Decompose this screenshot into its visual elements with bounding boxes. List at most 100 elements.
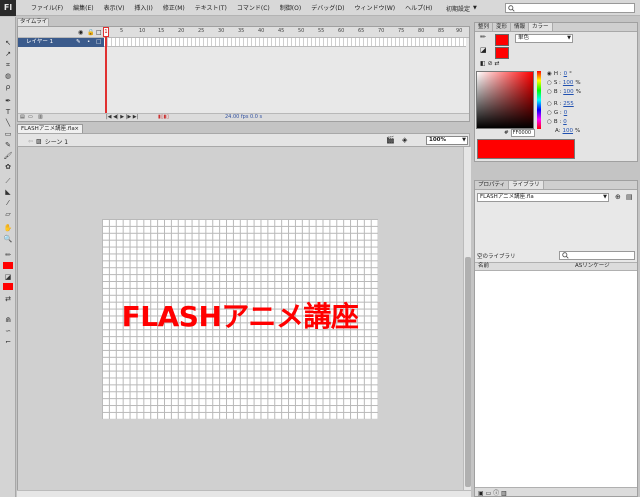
pasteboard[interactable]: FLASHアニメ講座: [17, 147, 463, 490]
field-s[interactable]: ○ S :100%: [547, 80, 581, 86]
delete-layer-icon[interactable]: ▥: [38, 114, 43, 120]
eyedropper-tool-icon[interactable]: ⁄: [3, 199, 13, 208]
menu-modify[interactable]: 修正(M): [158, 3, 190, 12]
dot-icon[interactable]: •: [87, 38, 90, 47]
new-folder-icon[interactable]: ▭: [28, 114, 33, 120]
tab-info[interactable]: 情報: [511, 23, 530, 31]
breadcrumb[interactable]: ⇦ ▨ シーン 1: [28, 137, 68, 146]
selection-tool-icon[interactable]: ↖: [3, 39, 13, 48]
new-library-icon[interactable]: ▤: [626, 193, 633, 201]
menu-debug[interactable]: デバッグ(D): [306, 3, 349, 12]
pencil-tool-icon[interactable]: ✎: [3, 141, 13, 150]
field-h[interactable]: ◉ H :0 °: [547, 71, 572, 77]
library-list[interactable]: [475, 271, 637, 487]
field-r[interactable]: ○ R :255: [547, 101, 576, 107]
document-tab[interactable]: FLASHアニメ講座.fla ×: [17, 124, 83, 133]
column-linkage[interactable]: ASリンケージ: [575, 263, 610, 270]
free-transform-tool-icon[interactable]: ⌗: [3, 61, 13, 70]
deco-tool-icon[interactable]: ✿: [3, 163, 13, 172]
color-type-select[interactable]: 単色 ▼: [515, 34, 573, 43]
frame-ruler[interactable]: 1 5 10 15 20 25 30 35 40 45 50 55 60 65 …: [104, 27, 466, 38]
fill-color-icon[interactable]: ◪: [3, 273, 13, 282]
rectangle-tool-icon[interactable]: ▭: [3, 130, 13, 139]
menu-commands[interactable]: コマンド(C): [232, 3, 275, 12]
hex-input[interactable]: FF0000: [510, 129, 535, 137]
horizontal-scrollbar[interactable]: [17, 490, 471, 497]
text-tool-icon[interactable]: T: [3, 108, 13, 117]
playhead[interactable]: [105, 27, 107, 115]
hex-row: # FF0000: [504, 129, 535, 137]
fill-color-swatch[interactable]: [495, 47, 509, 59]
snap-icon[interactable]: ⋒: [3, 316, 13, 325]
pin-icon[interactable]: ⊕: [615, 193, 621, 201]
stroke-color-icon[interactable]: ✏: [3, 251, 13, 260]
layer-row[interactable]: レイヤー 1 ✎ • □: [18, 38, 104, 47]
menu-text[interactable]: テキスト(T): [190, 3, 232, 12]
menu-control[interactable]: 制御(O): [275, 3, 306, 12]
scrollbar-thumb[interactable]: [465, 257, 471, 487]
field-alpha[interactable]: A: 100%: [555, 128, 580, 134]
stroke-pencil-icon[interactable]: ✏: [480, 33, 486, 41]
close-icon[interactable]: ×: [74, 125, 79, 133]
edit-symbol-icon[interactable]: ◈: [402, 136, 407, 144]
tab-transform[interactable]: 変形: [493, 23, 512, 31]
lock-icon[interactable]: 🔒: [87, 29, 94, 36]
tab-align[interactable]: 整列: [475, 23, 494, 31]
menu-file[interactable]: ファイル(F): [26, 3, 68, 12]
tab-color[interactable]: カラー: [529, 23, 553, 31]
back-arrow-icon[interactable]: ⇦: [28, 138, 33, 145]
brush-tool-icon[interactable]: 🖌: [3, 152, 13, 161]
hand-tool-icon[interactable]: ✋: [3, 224, 13, 233]
library-document-select[interactable]: FLASHアニメ講座.fla ▼: [477, 193, 609, 202]
playback-controls-icon[interactable]: |◀ ◀| ▶ |▶ ▶|: [106, 114, 138, 120]
eraser-tool-icon[interactable]: ▱: [3, 210, 13, 219]
menu-view[interactable]: 表示(V): [99, 3, 130, 12]
help-search-input[interactable]: [505, 3, 635, 13]
menu-help[interactable]: ヘルプ(H): [400, 3, 437, 12]
library-search-input[interactable]: [559, 251, 635, 260]
straighten-icon[interactable]: ⌐: [3, 338, 13, 347]
line-tool-icon[interactable]: ╲: [3, 119, 13, 128]
edit-scene-icon[interactable]: 🎬: [386, 136, 395, 144]
workspace-switcher[interactable]: 初期設定 ▼: [443, 3, 480, 13]
default-colors-icon[interactable]: ◧ ⊘ ⇄: [480, 60, 500, 67]
new-layer-icon[interactable]: ▤: [20, 114, 25, 120]
tab-timeline[interactable]: タイムライン: [17, 18, 49, 32]
subselection-tool-icon[interactable]: ↗: [3, 50, 13, 59]
field-blue[interactable]: ○ B :0: [547, 119, 569, 125]
tab-library[interactable]: ライブラリ: [509, 181, 544, 189]
new-symbol-icon[interactable]: ▣ ▭ ⓘ ▥: [478, 488, 507, 497]
tab-properties[interactable]: プロパティ: [475, 181, 510, 189]
vertical-scrollbar[interactable]: [463, 147, 471, 490]
menu-insert[interactable]: 挿入(I): [129, 3, 157, 12]
fill-bucket-icon[interactable]: ◪: [480, 46, 487, 54]
fill-color-swatch[interactable]: [3, 283, 13, 290]
column-name[interactable]: 名前: [478, 263, 489, 270]
menu-edit[interactable]: 編集(E): [68, 3, 98, 12]
pen-tool-icon[interactable]: ✒: [3, 97, 13, 106]
eye-icon[interactable]: ◉: [78, 29, 83, 36]
lasso-tool-icon[interactable]: ρ: [3, 83, 13, 92]
zoom-select[interactable]: 100% ▼: [426, 136, 468, 145]
stroke-color-swatch[interactable]: [3, 262, 13, 269]
paint-bucket-tool-icon[interactable]: ◣: [3, 188, 13, 197]
menu-window[interactable]: ウィンドウ(W): [350, 3, 401, 12]
field-g[interactable]: ○ G :0: [547, 110, 569, 116]
color-picker-area[interactable]: [476, 71, 534, 129]
fps-readout[interactable]: 24.00 fps: [225, 114, 248, 120]
hue-slider[interactable]: [537, 71, 541, 129]
smooth-icon[interactable]: ∽: [3, 327, 13, 336]
stage-text[interactable]: FLASHアニメ講座: [102, 295, 378, 335]
onion-skin-icon[interactable]: ▮▯▮▯: [158, 114, 169, 120]
stage[interactable]: FLASHアニメ講座: [102, 219, 378, 419]
playhead-marker[interactable]: 1: [103, 27, 109, 37]
stroke-color-swatch[interactable]: [495, 34, 509, 46]
outline-square-icon[interactable]: □: [96, 38, 101, 47]
outline-icon[interactable]: □: [96, 29, 102, 36]
field-b[interactable]: ○ B :100%: [547, 89, 581, 95]
3d-rotation-tool-icon[interactable]: ◍: [3, 72, 13, 81]
zoom-tool-icon[interactable]: 🔍: [3, 235, 13, 244]
layer-frames[interactable]: [104, 38, 466, 47]
swap-colors-icon[interactable]: ⇄: [3, 295, 13, 304]
bone-tool-icon[interactable]: ⟋: [3, 177, 13, 186]
